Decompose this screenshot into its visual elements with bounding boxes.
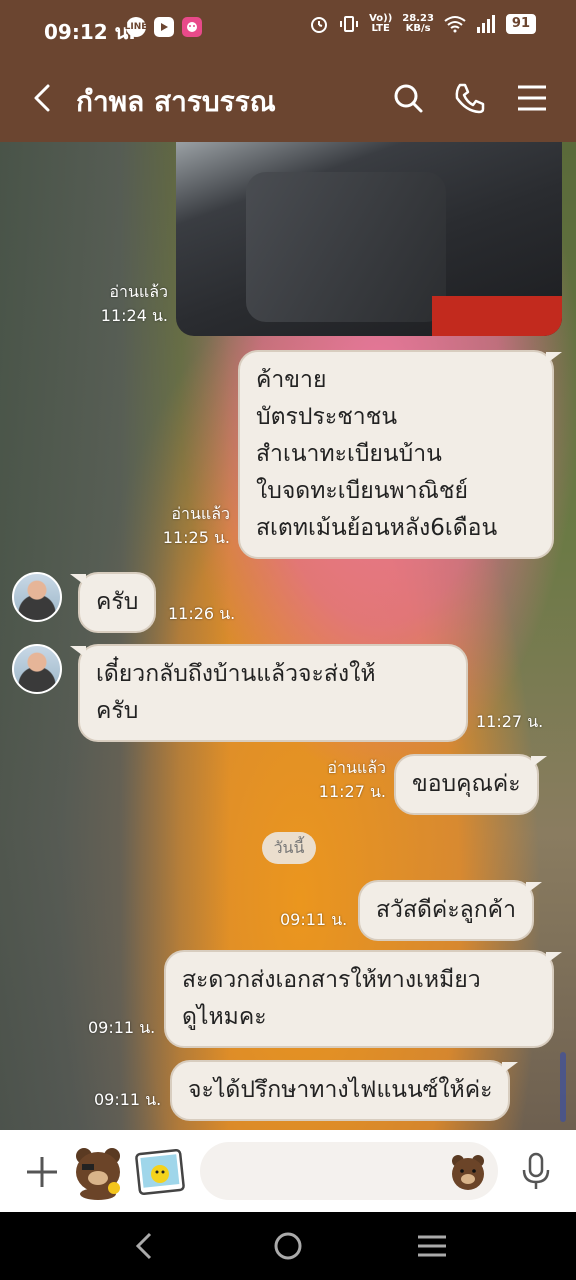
outgoing-message[interactable]: สะดวกส่งเอกสารให้ทางเหมียว ดูไหมคะ <box>164 950 562 1048</box>
outgoing-message[interactable]: จะได้ปรึกษาทางไฟแนนซ์ให้ค่ะ <box>170 1060 519 1121</box>
message-text: จะได้ปรึกษาทางไฟแนนซ์ให้ค่ะ <box>188 1077 493 1103</box>
message-read-receipt: อ่านแล้ว 11:25 น. <box>160 502 230 550</box>
chat-title[interactable]: กำพล สารบรรณ <box>76 80 276 124</box>
contact-avatar[interactable] <box>12 644 62 694</box>
message-text: ครับ <box>96 589 139 615</box>
message-line: สำเนาทะเบียนบ้าน <box>256 441 442 467</box>
battery-indicator: 91 <box>505 14 536 34</box>
photo-floor-mat <box>432 296 562 336</box>
line-app-icon: LINE <box>125 17 147 37</box>
photo-car-seat <box>246 172 446 322</box>
message-time: 09:11 น. <box>280 910 348 929</box>
outgoing-message[interactable]: ค้าขาย บัตรประชาชน สำเนาทะเบียนบ้าน ใบจด… <box>238 350 562 559</box>
menu-icon[interactable] <box>512 78 552 118</box>
volte-bottom: LTE <box>371 23 390 34</box>
photo-read-receipt: อ่านแล้ว 11:24 น. <box>100 280 168 328</box>
read-label: อ่านแล้ว <box>171 504 230 523</box>
nav-back-icon[interactable] <box>124 1230 164 1262</box>
message-time: 09:11 น. <box>88 1018 156 1037</box>
message-time: 11:26 น. <box>168 604 236 623</box>
status-app-icons: LINE <box>125 17 202 37</box>
volte-indicator: Vo)) LTE <box>369 14 392 34</box>
sticker-image-icon[interactable] <box>134 1148 186 1196</box>
chat-scrollbar[interactable] <box>560 1052 566 1122</box>
message-line: สเตทเม้นย้อนหลัง6เดือน <box>256 515 498 541</box>
vibrate-icon <box>340 16 359 32</box>
signal-icon <box>476 15 495 33</box>
chat-header: กำพล สารบรรณ <box>0 56 576 142</box>
message-line: เดี๋ยวกลับถึงบ้านแล้วจะส่งให้ <box>96 661 376 687</box>
network-speed-unit: KB/s <box>405 23 431 34</box>
emoji-bear-icon[interactable] <box>448 1152 488 1192</box>
chat-area[interactable]: อ่านแล้ว 11:24 น. ค้าขาย บัตรประชาชน สำเ… <box>0 142 576 1130</box>
nav-recents-icon[interactable] <box>412 1230 452 1262</box>
read-label: อ่านแล้ว <box>109 282 168 301</box>
message-line: ใบจดทะเบียนพาณิชย์ <box>256 478 468 504</box>
message-line: สะดวกส่งเอกสารให้ทางเหมียว <box>182 967 481 993</box>
read-label: อ่านแล้ว <box>327 758 386 777</box>
status-time: 09:12 น. <box>44 20 136 44</box>
date-separator: วันนี้ <box>262 832 316 864</box>
message-read-receipt: อ่านแล้ว 11:27 น. <box>316 756 386 804</box>
outgoing-message[interactable]: ขอบคุณค่ะ <box>394 754 547 815</box>
alarm-icon <box>311 17 328 33</box>
incoming-message[interactable]: เดี๋ยวกลับถึงบ้านแล้วจะส่งให้ ครับ <box>70 644 468 742</box>
status-bar: 09:12 น. LINE Vo)) LTE 28.23 KB/s 91 <box>0 0 576 56</box>
message-line: บัตรประชาชน <box>256 404 398 430</box>
message-time: 09:11 น. <box>94 1090 162 1109</box>
search-icon[interactable] <box>388 78 428 118</box>
photo-message[interactable] <box>176 142 562 336</box>
message-line: ดูไหมคะ <box>182 1004 267 1030</box>
plus-icon[interactable] <box>22 1152 62 1192</box>
incoming-message[interactable]: ครับ <box>69 572 157 633</box>
system-nav-bar <box>0 1212 576 1280</box>
message-time: 11:24 น. <box>100 306 168 325</box>
wifi-icon <box>444 16 466 33</box>
message-time: 11:25 น. <box>162 528 230 547</box>
youtube-app-icon <box>154 17 174 37</box>
sticker-bear-icon[interactable] <box>70 1142 126 1200</box>
message-text: ขอบคุณค่ะ <box>412 771 521 797</box>
message-time: 11:27 น. <box>318 782 386 801</box>
message-time: 11:27 น. <box>476 712 544 731</box>
status-right-icons: Vo)) LTE 28.23 KB/s 91 <box>309 14 536 34</box>
back-icon[interactable] <box>24 78 64 118</box>
network-speed: 28.23 KB/s <box>402 14 434 34</box>
contact-avatar[interactable] <box>12 572 62 622</box>
phone-icon[interactable] <box>450 78 490 118</box>
message-line: ค้าขาย <box>256 367 327 393</box>
microphone-icon[interactable] <box>516 1150 556 1192</box>
outgoing-message[interactable]: สวัสดีค่ะลูกค้า <box>358 880 542 941</box>
message-input-bar <box>0 1130 576 1212</box>
message-line: ครับ <box>96 698 139 724</box>
nav-home-icon[interactable] <box>268 1230 308 1262</box>
message-text: สวัสดีค่ะลูกค้า <box>376 897 516 923</box>
app-notification-icon <box>182 17 202 37</box>
